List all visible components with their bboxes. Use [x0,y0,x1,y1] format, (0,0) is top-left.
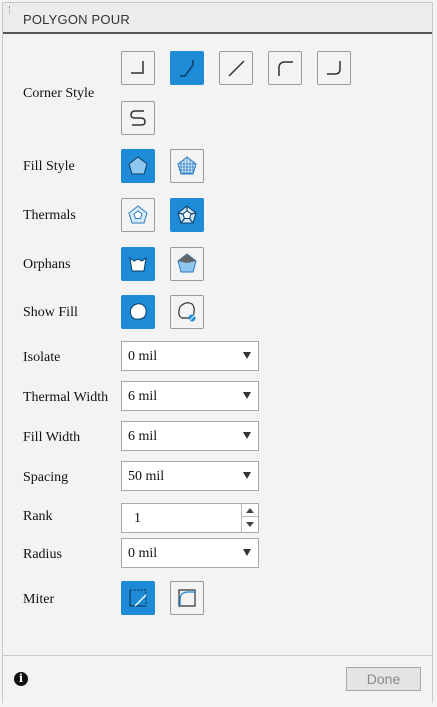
radius-select[interactable]: 0 mil [121,538,259,568]
done-button[interactable]: Done [346,667,421,691]
corner-s-curve-button[interactable] [121,101,155,135]
polygon-pour-panel: POLYGON POUR Corner Style Fill Style The… [2,2,433,704]
show-fill-on-button[interactable] [121,295,155,329]
miter-label: Miter [23,592,55,607]
dropdown-arrow-icon [243,472,251,479]
thermals-on-button[interactable] [170,198,204,232]
miter-square-button[interactable] [121,581,155,615]
corner-square-icon [131,61,144,74]
miter-square-icon [129,589,147,607]
orphans-remove-button[interactable] [121,247,155,281]
spin-up-icon[interactable] [242,504,258,517]
spin-down-icon[interactable] [242,518,258,531]
isolate-label: Isolate [23,350,61,365]
thermal-width-select[interactable]: 6 mil [121,381,259,411]
fill-hatch-button[interactable] [170,149,204,183]
miter-round-icon [178,589,196,607]
corner-round-button[interactable] [317,51,351,85]
rank-value: 1 [134,511,141,526]
thermals-label: Thermals [23,208,76,223]
fill-style-label: Fill Style [23,159,75,174]
hatch-pentagon-icon [177,156,197,175]
orphans-keep-button[interactable] [170,247,204,281]
corner-s-curve-icon [130,110,146,126]
orphans-keep-icon [177,253,197,273]
corner-style-label: Corner Style [23,86,95,101]
corner-diagonal-icon [180,60,194,77]
hide-fill-icon [178,302,196,322]
dropdown-arrow-icon [243,352,251,359]
corner-slash-button[interactable] [219,51,253,85]
isolate-select[interactable]: 0 mil [121,341,259,371]
dropdown-arrow-icon [243,549,251,556]
thermal-width-value: 6 mil [128,389,158,404]
panel-header: POLYGON POUR [3,3,432,34]
panel-title: POLYGON POUR [23,12,130,27]
solid-pentagon-icon [128,156,148,175]
fill-width-value: 6 mil [128,429,158,444]
isolate-value: 0 mil [128,349,158,364]
fill-width-label: Fill Width [23,430,81,445]
radius-label: Radius [23,547,62,562]
fill-solid-button[interactable] [121,149,155,183]
corner-slash-icon [228,60,245,77]
miter-round-button[interactable] [170,581,204,615]
radius-value: 0 mil [128,546,158,561]
orphans-label: Orphans [23,257,71,272]
rank-spinbox[interactable]: 1 [121,503,259,533]
dropdown-arrow-icon [243,392,251,399]
rank-label: Rank [23,509,53,524]
corner-arc-button[interactable] [268,51,302,85]
info-icon[interactable]: i [14,672,28,686]
show-fill-icon [129,303,147,320]
show-fill-off-button[interactable] [170,295,204,329]
drag-grip[interactable] [9,6,13,14]
thermal-on-icon [177,205,197,224]
corner-diagonal-button[interactable] [170,51,204,85]
rank-spinner [241,504,258,532]
spacing-label: Spacing [23,470,69,485]
thermal-width-label: Thermal Width [23,390,109,405]
panel-footer: i Done [3,655,432,704]
thermal-off-icon [128,205,148,224]
corner-round-icon [327,61,341,75]
dropdown-arrow-icon [243,432,251,439]
corner-square-button[interactable] [121,51,155,85]
orphans-remove-icon [129,256,147,272]
spacing-value: 50 mil [128,469,165,484]
show-fill-label: Show Fill [23,305,78,320]
fill-width-select[interactable]: 6 mil [121,421,259,451]
corner-arc-icon [278,61,293,76]
spacing-select[interactable]: 50 mil [121,461,259,491]
thermals-off-button[interactable] [121,198,155,232]
